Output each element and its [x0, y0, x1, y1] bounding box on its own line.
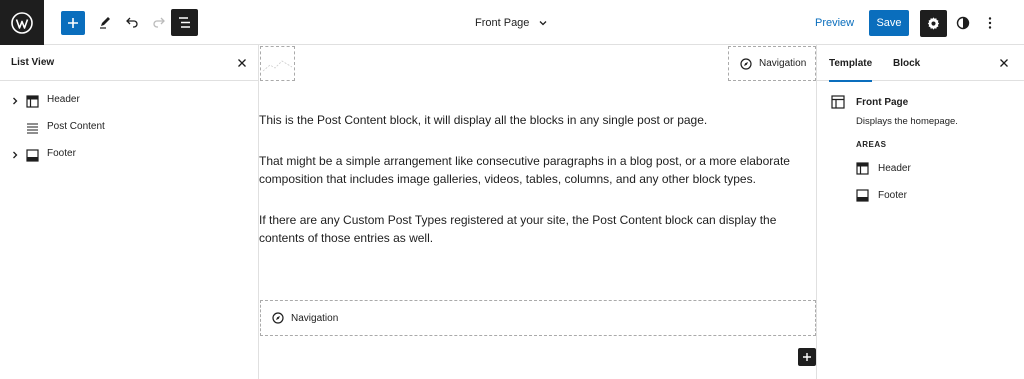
template-title: Front Page	[856, 97, 909, 108]
list-item-header[interactable]: Header	[0, 89, 259, 113]
chevron-down-icon	[539, 21, 547, 26]
image-placeholder-icon	[262, 60, 293, 72]
settings-button[interactable]	[920, 10, 947, 37]
footer-template-part-icon	[25, 148, 39, 162]
gear-icon	[927, 17, 940, 30]
list-view-icon	[179, 17, 190, 28]
navigation-block-header[interactable]: Navigation	[728, 46, 816, 81]
list-item-post-content[interactable]: Post Content	[0, 116, 259, 140]
areas-heading: AREAS	[856, 140, 887, 149]
add-block-button[interactable]	[61, 11, 85, 35]
expand-toggle[interactable]	[10, 149, 20, 161]
area-item-footer[interactable]: Footer	[856, 185, 907, 205]
styles-button[interactable]	[952, 12, 974, 34]
pencil-icon	[100, 17, 110, 29]
list-view-panel: List View Header Post Content Footer	[0, 45, 259, 379]
save-button[interactable]: Save	[869, 10, 909, 36]
undo-icon	[126, 17, 138, 28]
navigation-label: Navigation	[291, 312, 339, 324]
wordpress-logo-button[interactable]	[0, 0, 44, 45]
document-title-button[interactable]: Front Page	[475, 13, 548, 33]
document-title: Front Page	[475, 17, 530, 29]
template-description: Displays the homepage.	[856, 116, 958, 127]
post-content-paragraph[interactable]: This is the Post Content block, it will …	[259, 111, 799, 129]
list-view-title: List View	[11, 57, 55, 68]
post-content-paragraph[interactable]: That might be a simple arrangement like …	[259, 152, 799, 188]
post-content-paragraph[interactable]: If there are any Custom Post Types regis…	[259, 211, 799, 247]
close-icon	[238, 59, 246, 67]
site-editor: Front Page Preview Save List View Header…	[0, 0, 1024, 379]
wordpress-icon	[11, 11, 33, 34]
close-list-view-button[interactable]	[235, 56, 249, 70]
block-inserter-button[interactable]	[798, 348, 816, 366]
list-item-label: Footer	[47, 148, 76, 159]
close-icon	[1000, 59, 1008, 67]
navigation-block-footer[interactable]: Navigation	[260, 300, 816, 336]
list-view-header: List View	[0, 45, 258, 81]
close-sidebar-button[interactable]	[997, 56, 1011, 70]
list-item-label: Header	[47, 94, 80, 105]
site-logo-placeholder[interactable]	[260, 46, 295, 81]
plus-icon	[68, 18, 78, 28]
tools-button[interactable]	[94, 11, 116, 33]
list-item-footer[interactable]: Footer	[0, 143, 259, 167]
header-template-part-icon	[856, 161, 869, 175]
settings-sidebar: Template Block Front Page Displays the h…	[816, 45, 1024, 379]
chevron-right-icon	[13, 151, 18, 159]
layout-icon	[831, 95, 847, 111]
area-label: Header	[878, 162, 911, 174]
editor-toolbar: Front Page Preview Save	[0, 0, 1024, 45]
area-label: Footer	[878, 189, 907, 201]
area-item-header[interactable]: Header	[856, 158, 911, 178]
tab-template[interactable]: Template	[829, 45, 873, 82]
chevron-right-icon	[13, 97, 18, 105]
redo-button[interactable]	[148, 11, 170, 33]
navigation-label: Navigation	[759, 58, 807, 69]
sidebar-tabs: Template Block	[817, 45, 1024, 82]
compass-navigation-icon	[272, 312, 284, 324]
tab-block[interactable]: Block	[893, 45, 920, 81]
list-item-label: Post Content	[47, 121, 105, 132]
list-view-toggle-button[interactable]	[171, 9, 198, 36]
redo-icon	[153, 17, 165, 28]
options-button[interactable]	[979, 12, 1001, 34]
more-vertical-icon	[988, 17, 992, 29]
plus-icon	[803, 353, 811, 361]
compass-navigation-icon	[740, 57, 752, 70]
half-circle-contrast-icon	[956, 16, 970, 30]
footer-template-part-icon	[856, 188, 869, 202]
preview-button[interactable]: Preview	[815, 12, 854, 34]
undo-button[interactable]	[121, 11, 143, 33]
post-content-icon	[25, 121, 39, 135]
header-template-part-icon	[25, 94, 39, 108]
expand-toggle[interactable]	[10, 95, 20, 107]
